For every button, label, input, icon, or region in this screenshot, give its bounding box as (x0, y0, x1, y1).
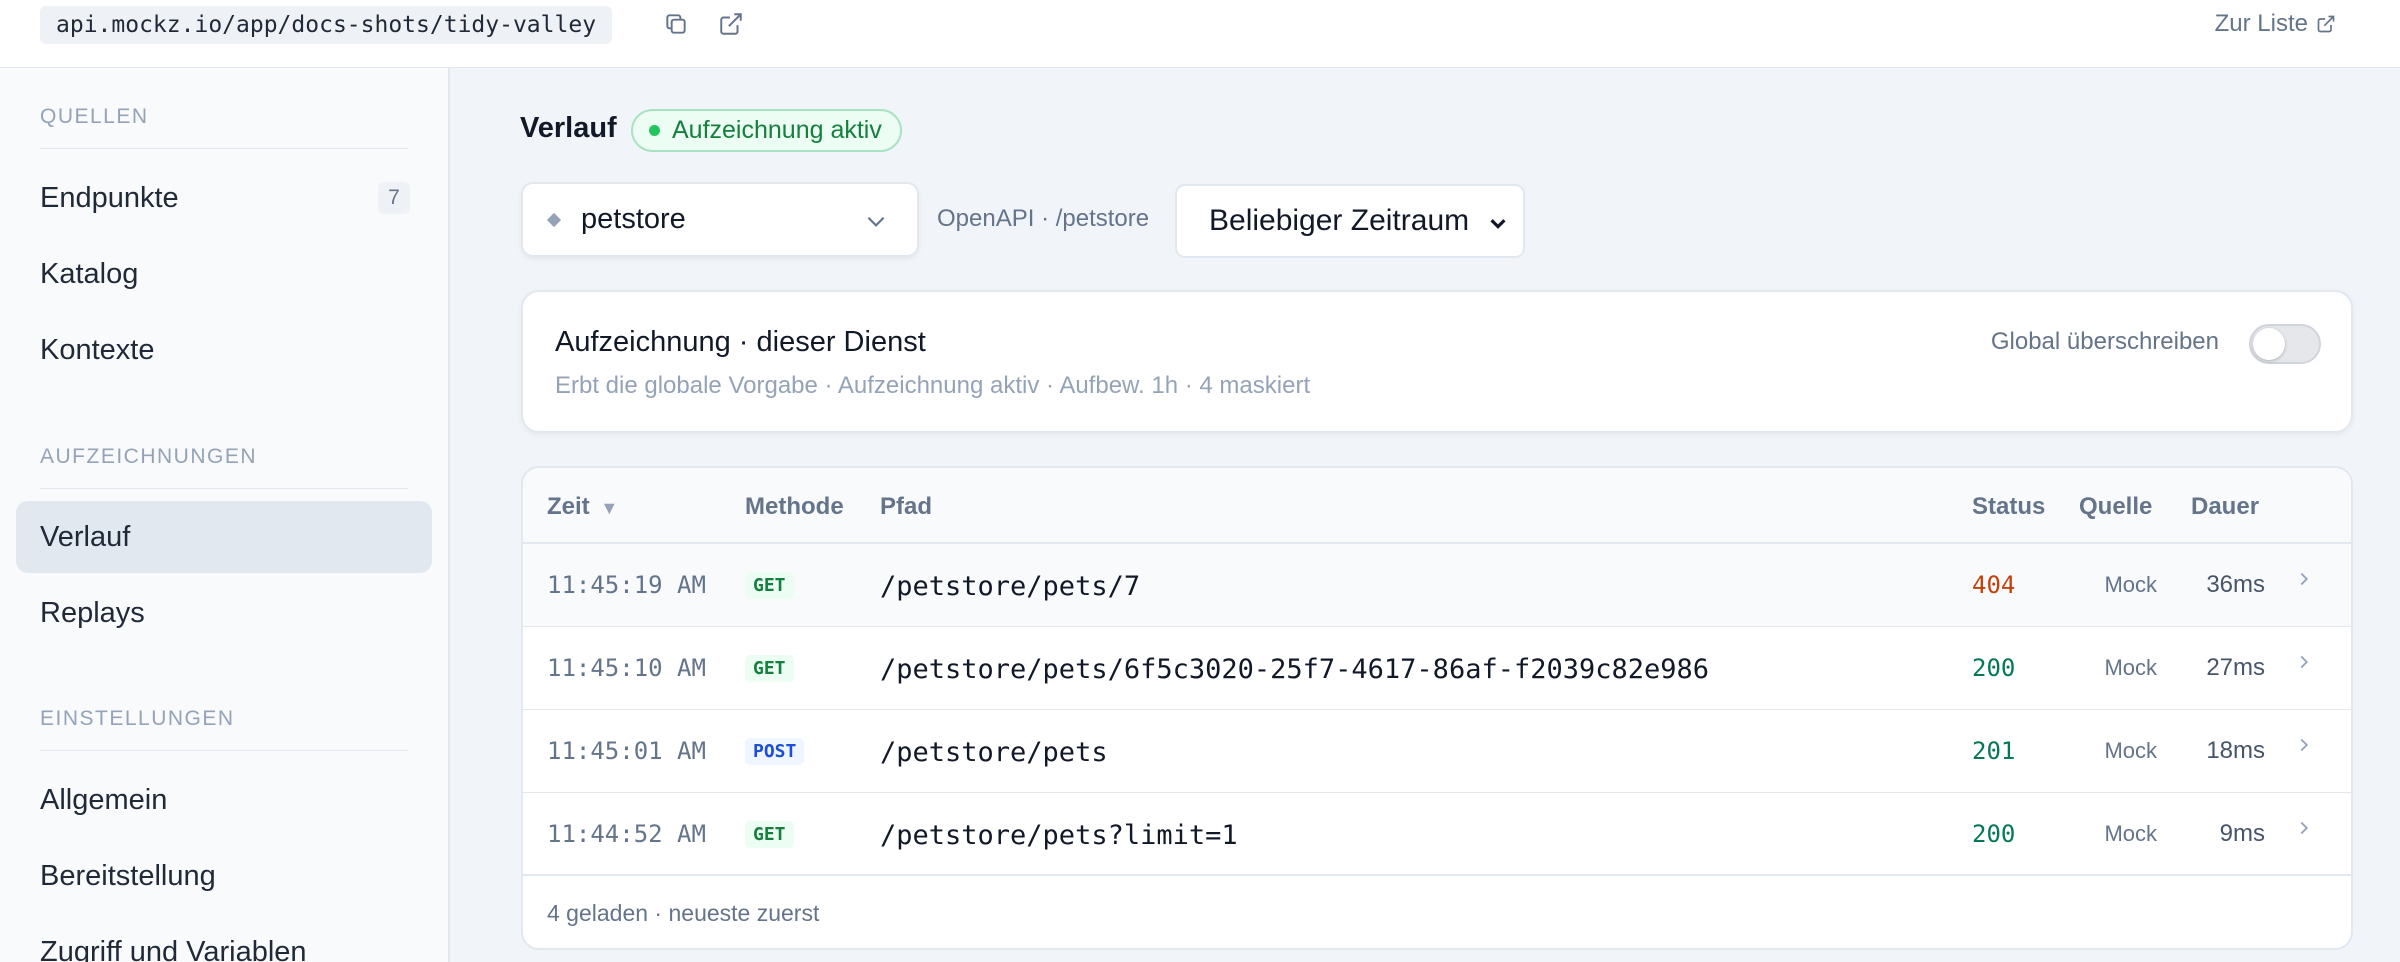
row-duration: 18ms (2206, 737, 2265, 764)
table-footer: 4 geladen · neueste zuerst (547, 900, 820, 926)
override-toggle[interactable] (2249, 324, 2321, 364)
sort-time-header[interactable]: Zeit ▼ (547, 493, 618, 521)
recording-status-label: Aufzeichnung aktiv (672, 116, 882, 144)
sidebar-item-bereitstellung[interactable]: Bereitstellung (16, 840, 432, 912)
table-row[interactable]: 11:45:01 AM POST /petstore/pets 201 Mock… (523, 710, 2351, 793)
row-time: 11:44:52 AM (547, 820, 706, 848)
row-path: /petstore/pets?limit=1 (880, 820, 1238, 851)
row-time: 11:45:01 AM (547, 737, 706, 765)
sidebar: QUELLEN Endpunkte 7 Katalog Kontexte AUF… (0, 68, 450, 962)
row-source: Mock (2104, 655, 2157, 680)
method-badge: GET (745, 821, 794, 848)
chevron-down-icon (867, 216, 885, 227)
table-row[interactable]: 11:45:10 AM GET /petstore/pets/6f5c3020-… (523, 627, 2351, 710)
page-title: Verlauf (520, 112, 617, 144)
card-subtitle: Erbt die globale Vorgabe · Aufzeichnung … (555, 372, 1311, 399)
sidebar-item-zugriff-und-variablen[interactable]: Zugriff und Variablen (16, 916, 432, 962)
table-row[interactable]: 11:45:19 AM GET /petstore/pets/7 404 Moc… (523, 544, 2351, 627)
sidebar-item-replays[interactable]: Replays (16, 577, 432, 649)
chevron-right-icon (2300, 572, 2309, 586)
column-header-duration: Dauer (2191, 493, 2260, 520)
row-source: Mock (2104, 572, 2157, 597)
sidebar-item-label: Katalog (40, 257, 139, 290)
table-row[interactable]: 11:44:52 AM GET /petstore/pets?limit=1 2… (523, 793, 2351, 876)
sidebar-item-allgemein[interactable]: Allgemein (16, 764, 432, 836)
row-source: Mock (2104, 738, 2157, 763)
time-range-value: Beliebiger Zeitraum (1209, 204, 1470, 237)
table-header: Zeit ▼ Methode Pfad Status Quelle Dauer (523, 468, 2351, 544)
sidebar-item-label: Endpunkte (40, 181, 179, 214)
row-path: /petstore/pets/7 (880, 571, 1141, 602)
recording-status-badge: Aufzeichnung aktiv (631, 109, 902, 152)
sidebar-item-label: Bereitstellung (40, 859, 216, 892)
sidebar-item-katalog[interactable]: Katalog (16, 238, 432, 310)
service-select[interactable]: petstore (521, 182, 919, 257)
external-link-icon (2317, 15, 2335, 33)
column-header-method: Methode (745, 493, 844, 520)
method-badge: GET (745, 572, 794, 599)
column-header-status: Status (1972, 493, 2046, 520)
sidebar-section-title: QUELLEN (40, 105, 149, 128)
column-header-path: Pfad (880, 493, 933, 520)
row-duration: 9ms (2219, 820, 2265, 847)
row-path: /petstore/pets/6f5c3020-25f7-4617-86af-f… (880, 654, 1710, 685)
chevron-down-icon (1490, 219, 1506, 229)
status-code: 200 (1972, 820, 2016, 848)
sidebar-item-verlauf[interactable]: Verlauf (16, 501, 432, 573)
sidebar-item-label: Zugriff und Variablen (40, 935, 307, 962)
section-divider (40, 488, 408, 489)
column-header-source: Quelle (2079, 493, 2153, 520)
service-meta: OpenAPI · /petstore (937, 205, 1150, 232)
app-url[interactable]: api.mockz.io/app/docs-shots/tidy-valley (40, 6, 613, 44)
sort-desc-icon: ▼ (600, 498, 619, 518)
section-divider (40, 148, 408, 149)
card-title: Aufzeichnung · dieser Dienst (555, 326, 926, 358)
row-duration: 36ms (2206, 571, 2265, 598)
chevron-right-icon (2300, 738, 2309, 752)
row-path: /petstore/pets (880, 737, 1108, 768)
row-source: Mock (2104, 821, 2157, 846)
service-name: petstore (581, 203, 686, 235)
chevron-right-icon (2300, 821, 2309, 835)
main-content: Verlauf Aufzeichnung aktiv petstore Open… (471, 68, 2400, 962)
row-time: 11:45:10 AM (547, 654, 706, 682)
sidebar-item-label: Allgemein (40, 783, 168, 816)
time-range-select[interactable]: Beliebiger Zeitraum (1175, 184, 1525, 258)
sidebar-item-endpunkte[interactable]: Endpunkte 7 (16, 162, 432, 234)
chevron-right-icon (2300, 655, 2309, 669)
history-table: Zeit ▼ Methode Pfad Status Quelle Dauer … (521, 466, 2353, 950)
sidebar-item-label: Replays (40, 596, 145, 629)
status-dot-icon (649, 125, 660, 136)
sidebar-item-label: Kontexte (40, 333, 155, 366)
status-code: 200 (1972, 654, 2016, 682)
sidebar-item-kontexte[interactable]: Kontexte (16, 314, 432, 386)
toggle-knob (2253, 328, 2285, 360)
diamond-icon (546, 212, 562, 227)
external-link-icon[interactable] (715, 8, 747, 40)
recording-settings-card: Aufzeichnung · dieser Dienst Erbt die gl… (521, 290, 2353, 433)
top-bar: api.mockz.io/app/docs-shots/tidy-valley … (0, 0, 2400, 68)
method-badge: GET (745, 655, 794, 682)
status-code: 404 (1972, 571, 2016, 599)
back-to-list-label: Zur Liste (2214, 10, 2308, 37)
sidebar-section-title: AUFZEICHNUNGEN (40, 445, 258, 468)
row-duration: 27ms (2206, 654, 2265, 681)
column-header-time: Zeit (547, 493, 590, 520)
status-code: 201 (1972, 737, 2016, 765)
sidebar-section-title: EINSTELLUNGEN (40, 707, 235, 730)
sidebar-item-label: Verlauf (40, 520, 131, 553)
section-divider (40, 750, 408, 751)
row-time: 11:45:19 AM (547, 571, 706, 599)
copy-icon[interactable] (660, 8, 692, 40)
override-label: Global überschreiben (1990, 328, 2219, 355)
count-badge: 7 (378, 182, 410, 214)
method-badge: POST (745, 738, 805, 765)
back-to-list-link[interactable]: Zur Liste (2215, 10, 2336, 38)
